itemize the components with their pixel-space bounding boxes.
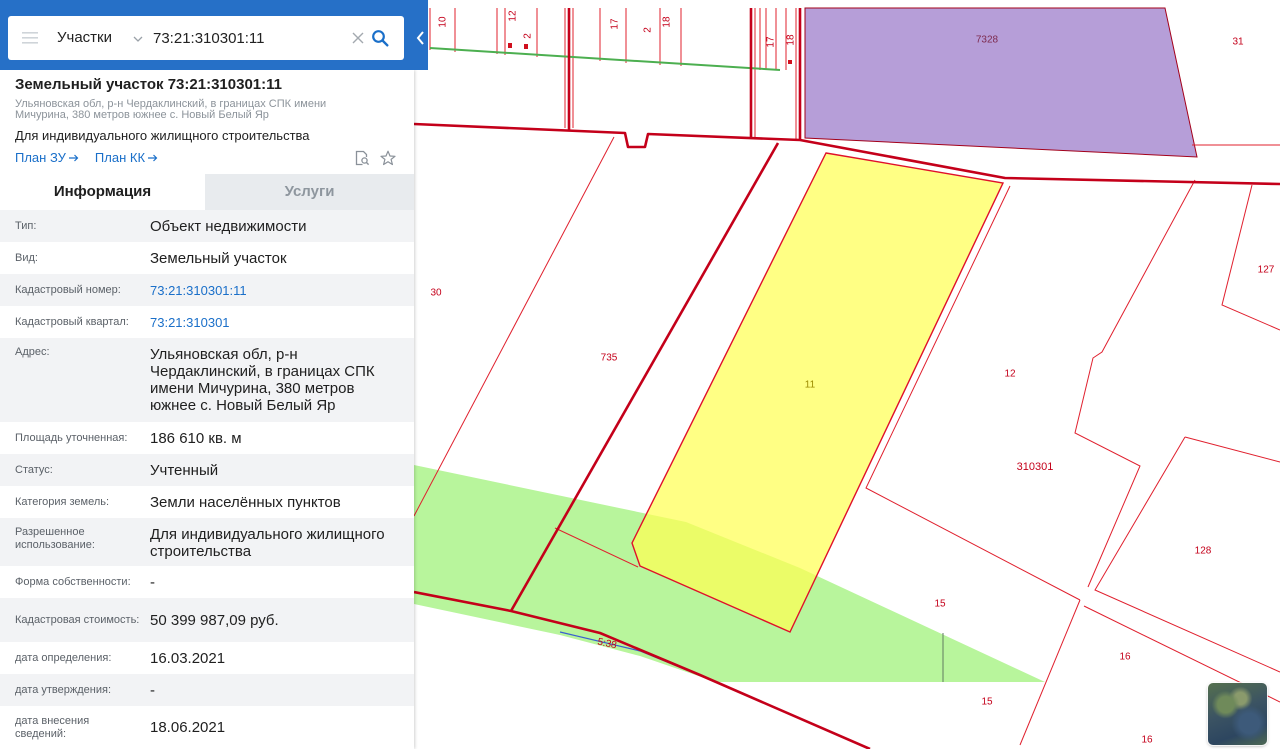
info-label: Адрес: — [15, 346, 50, 358]
quarter-label: 310301 — [1017, 461, 1054, 473]
info-label: дата внесения сведений: — [15, 714, 90, 740]
parcel-label: 12 — [508, 10, 519, 22]
info-label: Тип: — [15, 219, 37, 232]
plan-zu-link[interactable]: План ЗУ — [15, 150, 79, 166]
info-value: Для индивидуального жилищного строительс… — [150, 526, 385, 560]
info-value: - — [150, 573, 155, 591]
info-label: Кадастровый квартал: — [15, 315, 129, 328]
info-row-date-entered: дата внесения сведений: 18.06.2021 — [0, 706, 414, 749]
parcel-label: 16 — [1141, 735, 1153, 746]
search-icon[interactable] — [371, 29, 389, 47]
parcel-label: 15 — [934, 599, 946, 610]
info-label: Категория земель: — [15, 495, 110, 508]
info-value: Земельный участок — [150, 249, 287, 267]
info-label: Площадь уточненная: — [15, 431, 128, 444]
object-info-panel: Земельный участок 73:21:310301:11 Ульяно… — [0, 70, 414, 749]
parcel-label: 30 — [430, 288, 442, 299]
search-bar: Участки — [8, 16, 404, 60]
cadastral-map[interactable]: 10 12 2 17 2 18 17 18 7328 31 30 735 11 … — [414, 0, 1280, 749]
info-row-area: Площадь уточненная: 186 610 кв. м — [0, 422, 414, 454]
parcel-label: 31 — [1232, 37, 1244, 48]
tab-services[interactable]: Услуги — [205, 174, 414, 210]
object-card-header: Земельный участок 73:21:310301:11 Ульяно… — [0, 70, 414, 174]
parcel-7328[interactable] — [804, 7, 1198, 158]
plan-zu-label: План ЗУ — [15, 150, 66, 165]
info-label: Форма собственности: — [15, 575, 131, 588]
parcel-label: 15 — [981, 697, 993, 708]
plan-links: План ЗУ План КК — [15, 150, 399, 166]
hamburger-icon[interactable] — [22, 31, 38, 45]
parcel-label: 17 — [610, 18, 621, 30]
info-row-ownership: Форма собственности: - — [0, 566, 414, 598]
arrow-right-icon — [148, 154, 158, 162]
parcel-label: 18 — [662, 16, 673, 28]
parcel-label-7328: 7328 — [976, 35, 999, 46]
info-value: 18.06.2021 — [150, 719, 226, 736]
panel-tabs: Информация Услуги — [0, 174, 414, 210]
close-icon[interactable] — [352, 32, 364, 44]
object-title: Земельный участок 73:21:310301:11 — [15, 76, 282, 93]
info-row-land-category: Категория земель: Земли населённых пункт… — [0, 486, 414, 518]
info-value: 50 399 987,09 руб. — [150, 611, 279, 629]
layer-select[interactable]: Участки — [57, 16, 112, 60]
info-label: Кадастровый номер: — [15, 283, 121, 296]
info-row-cadastral-cost: Кадастровая стоимость: 50 399 987,09 руб… — [0, 598, 414, 642]
info-row-status: Статус: Учтенный — [0, 454, 414, 486]
arrow-right-icon — [68, 154, 79, 162]
info-row-cadastral-number: Кадастровый номер: 73:21:310301:11 — [0, 274, 414, 306]
info-row-date-determined: дата определения: 16.03.2021 — [0, 642, 414, 674]
chevron-down-icon[interactable] — [133, 34, 143, 44]
object-purpose: Для индивидуального жилищного строительс… — [15, 128, 310, 143]
chevron-left-icon[interactable] — [414, 28, 428, 48]
parcel-label: 16 — [1119, 652, 1131, 663]
info-row-type: Тип: Объект недвижимости — [0, 210, 414, 242]
info-value: - — [150, 681, 155, 699]
parcel-label: 2 — [523, 33, 534, 39]
parcel-label: 12 — [1004, 369, 1016, 380]
info-value: Учтенный — [150, 461, 219, 479]
info-value: Объект недвижимости — [150, 217, 307, 235]
info-row-address: Адрес: Ульяновская обл, р-н Чердаклински… — [0, 338, 414, 422]
info-value: Земли населённых пунктов — [150, 493, 341, 511]
parcel-label: 17 — [766, 36, 777, 48]
info-row-cadastral-quarter: Кадастровый квартал: 73:21:310301 — [0, 306, 414, 338]
plan-kk-link[interactable]: План КК — [95, 150, 158, 166]
cadastral-number-link[interactable]: 73:21:310301:11 — [150, 282, 395, 299]
search-input[interactable] — [153, 16, 343, 60]
cadastral-quarter-link[interactable]: 73:21:310301 — [150, 314, 395, 331]
selected-parcel-label: 11 — [805, 380, 816, 391]
info-label: дата определения: — [15, 651, 112, 664]
info-label: Вид: — [15, 251, 38, 264]
info-label: Кадастровая стоимость: — [15, 613, 140, 626]
parcel-label: 735 — [601, 353, 618, 364]
info-row-permitted-use: Разрешенное использование: Для индивидуа… — [0, 518, 414, 566]
info-label: Разрешенное использование: — [15, 526, 95, 551]
info-table: Тип: Объект недвижимости Вид: Земельный … — [0, 210, 414, 749]
info-value: 16.03.2021 — [150, 649, 226, 667]
satellite-layer-thumbnail[interactable] — [1208, 683, 1267, 745]
tab-info[interactable]: Информация — [0, 174, 205, 210]
document-search-icon[interactable] — [354, 150, 370, 166]
info-row-date-approved: дата утверждения: - — [0, 674, 414, 706]
search-header: Участки — [0, 0, 428, 70]
star-icon[interactable] — [380, 150, 396, 166]
parcel-label: 10 — [438, 16, 449, 28]
info-value: 186 610 кв. м — [150, 429, 242, 447]
parcel-label: 18 — [786, 34, 797, 46]
info-row-kind: Вид: Земельный участок — [0, 242, 414, 274]
info-label: Статус: — [15, 463, 53, 476]
info-value: Ульяновская обл, р-н Чердаклинский, в гр… — [150, 346, 375, 414]
parcel-label: 2 — [643, 27, 654, 33]
parcel-label: 128 — [1195, 546, 1212, 557]
parcel-label: 127 — [1258, 265, 1275, 276]
info-label: дата утверждения: — [15, 683, 112, 696]
plan-kk-label: План КК — [94, 150, 146, 165]
object-address: Ульяновская обл, р-н Чердаклинский, в гр… — [15, 98, 327, 121]
